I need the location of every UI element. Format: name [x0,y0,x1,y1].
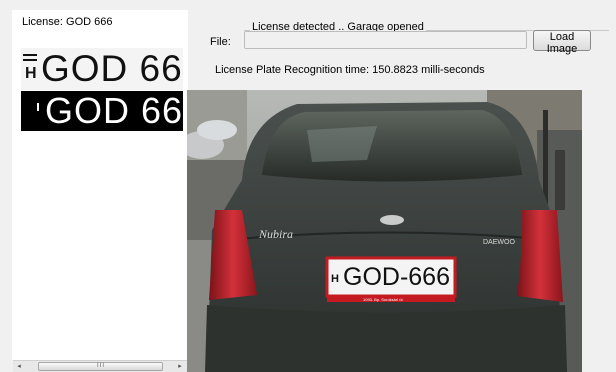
right-taillight [517,210,563,302]
load-image-button[interactable]: Load Image [533,30,591,55]
plate-country-code: H [25,65,37,82]
file-path-input[interactable] [244,31,527,49]
parked-car [197,120,237,140]
brand-badge: DAEWOO [483,239,515,246]
binarized-plate-image: GOD 66 [21,91,183,131]
band-stripe [23,59,37,61]
car-photo: Nubira DAEWOO H GOD-666 1093. Bp. Soroks… [187,90,582,372]
model-badge: Nubira [258,227,293,241]
photo-plate-text: GOD-666 [343,263,450,291]
dealer-text: 1093. Bp. Soroksári út [363,297,403,302]
country-band: H [23,52,37,86]
license-result-label: License: GOD 666 [22,16,113,28]
brand-logo [380,215,404,225]
cropped-plate-image: H GOD 66 [21,48,183,90]
scroll-left-arrow-icon[interactable]: ◂ [14,363,24,371]
scrollbar-grip-icon: III [97,363,106,369]
car-photo-drawing: Nubira DAEWOO H GOD-666 1093. Bp. Soroks… [187,90,582,372]
cropped-plate-text: GOD 66 [41,48,183,89]
rear-window [262,110,522,182]
binarized-artifact [37,103,39,111]
file-label: File: [210,36,231,48]
scrollbar-thumb[interactable]: III [38,362,163,371]
parking-meter [555,150,565,210]
recognition-time-label: License Plate Recognition time: 150.8823… [215,64,485,76]
horizontal-scrollbar[interactable]: ◂ III ▸ [13,360,187,372]
binarized-plate-text: GOD 66 [45,91,183,131]
band-stripe [23,54,37,56]
scroll-right-arrow-icon[interactable]: ▸ [175,363,185,371]
photo-plate-country: H [331,273,339,285]
rear-bumper [205,305,567,372]
window-reflection [307,126,377,162]
